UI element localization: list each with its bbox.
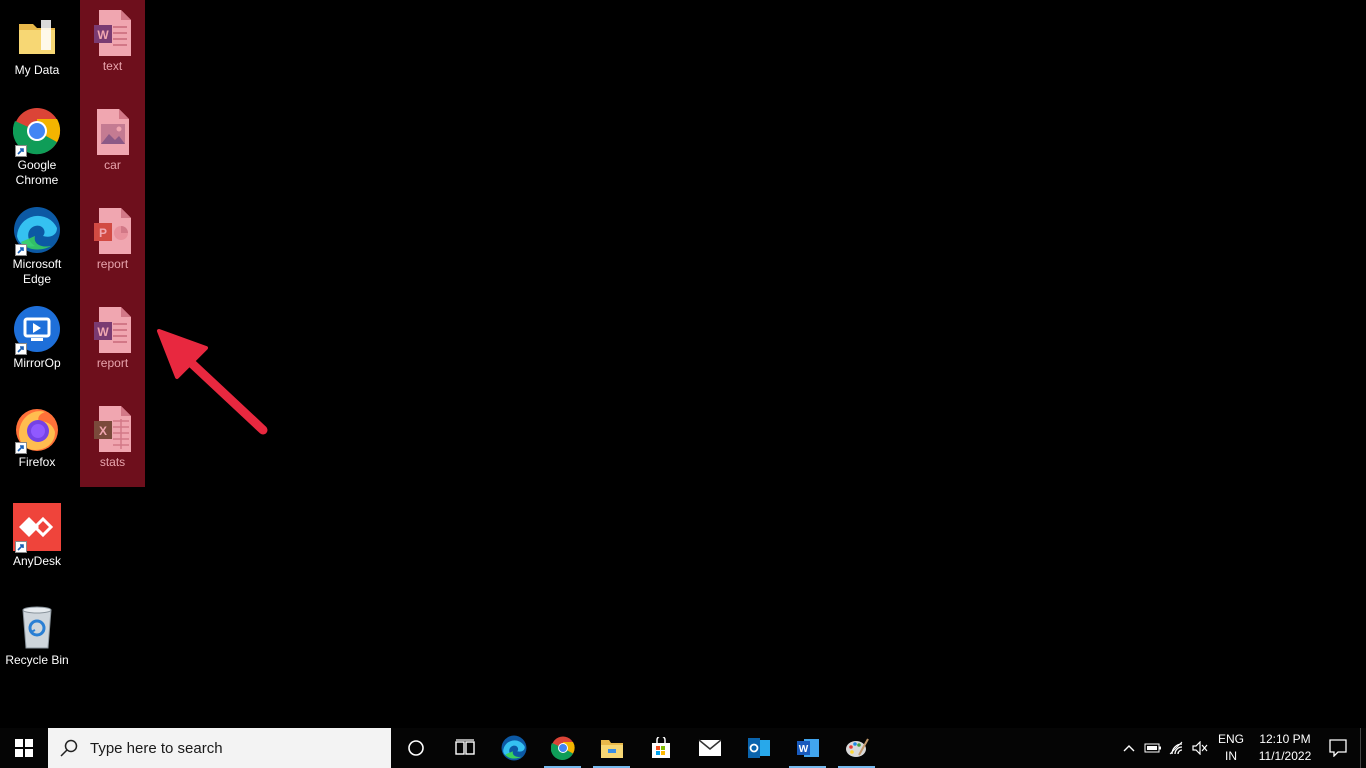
selected-files-panel: W text car P report W report X stats <box>80 0 145 487</box>
clock-date: 11/1/2022 <box>1258 749 1312 763</box>
region-code: IN <box>1225 749 1237 763</box>
volume-muted-icon <box>1192 741 1208 755</box>
desktop-icon-anydesk[interactable]: AnyDesk <box>1 495 73 569</box>
mirrorop-icon <box>13 305 61 355</box>
taskbar-edge-button[interactable] <box>489 728 538 768</box>
search-icon <box>60 739 78 757</box>
file-label: stats <box>99 455 126 469</box>
word-document-icon: W <box>93 306 133 354</box>
desktop-icon-label: MirrorOp <box>13 356 61 370</box>
outlook-icon <box>747 738 770 758</box>
search-placeholder: Type here to search <box>90 739 223 757</box>
task-view-button[interactable] <box>440 728 489 768</box>
file-explorer-icon <box>600 740 623 758</box>
mail-icon <box>698 739 721 756</box>
taskbar-search-box[interactable]: Type here to search <box>48 728 391 768</box>
desktop-icon-google-chrome[interactable]: Google Chrome <box>1 99 73 188</box>
file-label: report <box>96 356 129 370</box>
microsoft-store-icon <box>651 737 670 758</box>
desktop-icon-microsoft-edge[interactable]: Microsoft Edge <box>1 198 73 287</box>
file-label: text <box>102 59 123 73</box>
wifi-icon <box>1169 741 1183 755</box>
desktop-icon-label: Firefox <box>18 455 56 469</box>
language-code: ENG <box>1217 732 1244 746</box>
battery-status[interactable] <box>1142 728 1164 768</box>
desktop-icon-recycle-bin[interactable]: Recycle Bin <box>1 594 73 668</box>
edge-icon <box>13 206 61 256</box>
taskbar-outlook-button[interactable] <box>734 728 783 768</box>
taskbar-word-button[interactable]: W <box>783 728 832 768</box>
file-icon-text[interactable]: W text <box>80 0 145 74</box>
word-document-icon: W <box>93 9 133 57</box>
input-language-indicator[interactable]: ENG IN <box>1212 728 1250 768</box>
cortana-button[interactable] <box>391 728 440 768</box>
firefox-icon <box>13 404 61 454</box>
network-status[interactable] <box>1166 728 1188 768</box>
chrome-icon <box>12 107 61 157</box>
desktop-icon-mirrorop[interactable]: MirrorOp <box>1 297 73 371</box>
notification-icon <box>1329 739 1347 757</box>
shortcut-arrow-icon <box>15 244 27 256</box>
shortcut-arrow-icon <box>15 541 27 553</box>
shortcut-arrow-icon <box>15 343 27 355</box>
shortcut-arrow-icon <box>15 442 27 454</box>
desktop-icon-my-data[interactable]: My Data <box>1 4 73 78</box>
task-view-icon <box>454 739 475 755</box>
recycle-bin-icon <box>13 602 61 650</box>
taskbar-store-button[interactable] <box>636 728 685 768</box>
svg-text:W: W <box>97 28 109 42</box>
windows-icon <box>15 739 33 757</box>
chrome-icon <box>550 736 575 760</box>
desktop-icon-label: Recycle Bin <box>5 653 69 667</box>
word-icon: W <box>796 739 819 757</box>
paint-icon <box>845 738 869 757</box>
cortana-icon <box>407 740 424 756</box>
svg-text:P: P <box>98 226 106 240</box>
taskbar-chrome-button[interactable] <box>538 728 587 768</box>
show-hidden-icons-button[interactable] <box>1118 728 1140 768</box>
chevron-up-icon <box>1123 745 1135 752</box>
desktop-icon-firefox[interactable]: Firefox <box>1 396 73 470</box>
volume-control[interactable] <box>1189 728 1211 768</box>
desktop-icon-label: Microsoft Edge <box>12 257 62 286</box>
taskbar-mail-button[interactable] <box>685 728 734 768</box>
powerpoint-document-icon: P <box>93 207 133 255</box>
file-icon-report-docx[interactable]: W report <box>80 297 145 371</box>
desktop-icon-label: My Data <box>14 63 60 77</box>
svg-text:X: X <box>98 424 106 438</box>
battery-icon <box>1144 743 1161 753</box>
file-label: car <box>104 158 121 172</box>
show-desktop-button[interactable] <box>1360 728 1366 768</box>
edge-icon <box>501 735 526 761</box>
clock[interactable]: 12:10 PM 11/1/2022 <box>1252 728 1318 768</box>
file-icon-stats[interactable]: X stats <box>80 396 145 470</box>
shortcut-arrow-icon <box>15 145 27 157</box>
svg-text:W: W <box>97 325 109 339</box>
excel-document-icon: X <box>93 405 133 453</box>
action-center-button[interactable] <box>1318 728 1358 768</box>
image-file-icon <box>93 108 133 156</box>
annotation-arrow-icon <box>157 329 268 435</box>
svg-text:W: W <box>798 744 808 755</box>
clock-time: 12:10 PM <box>1259 732 1311 746</box>
folder-icon <box>13 12 61 60</box>
taskbar: Type here to search W ENG IN 12:10 PM 11… <box>0 728 1366 768</box>
taskbar-paint-button[interactable] <box>832 728 881 768</box>
start-button[interactable] <box>0 728 48 768</box>
taskbar-file-explorer-button[interactable] <box>587 728 636 768</box>
desktop-icon-label: Google Chrome <box>15 158 59 187</box>
anydesk-icon <box>13 503 61 553</box>
file-label: report <box>96 257 129 271</box>
desktop-icon-label: AnyDesk <box>12 554 62 568</box>
file-icon-car[interactable]: car <box>80 99 145 173</box>
file-icon-report-pptx[interactable]: P report <box>80 198 145 272</box>
